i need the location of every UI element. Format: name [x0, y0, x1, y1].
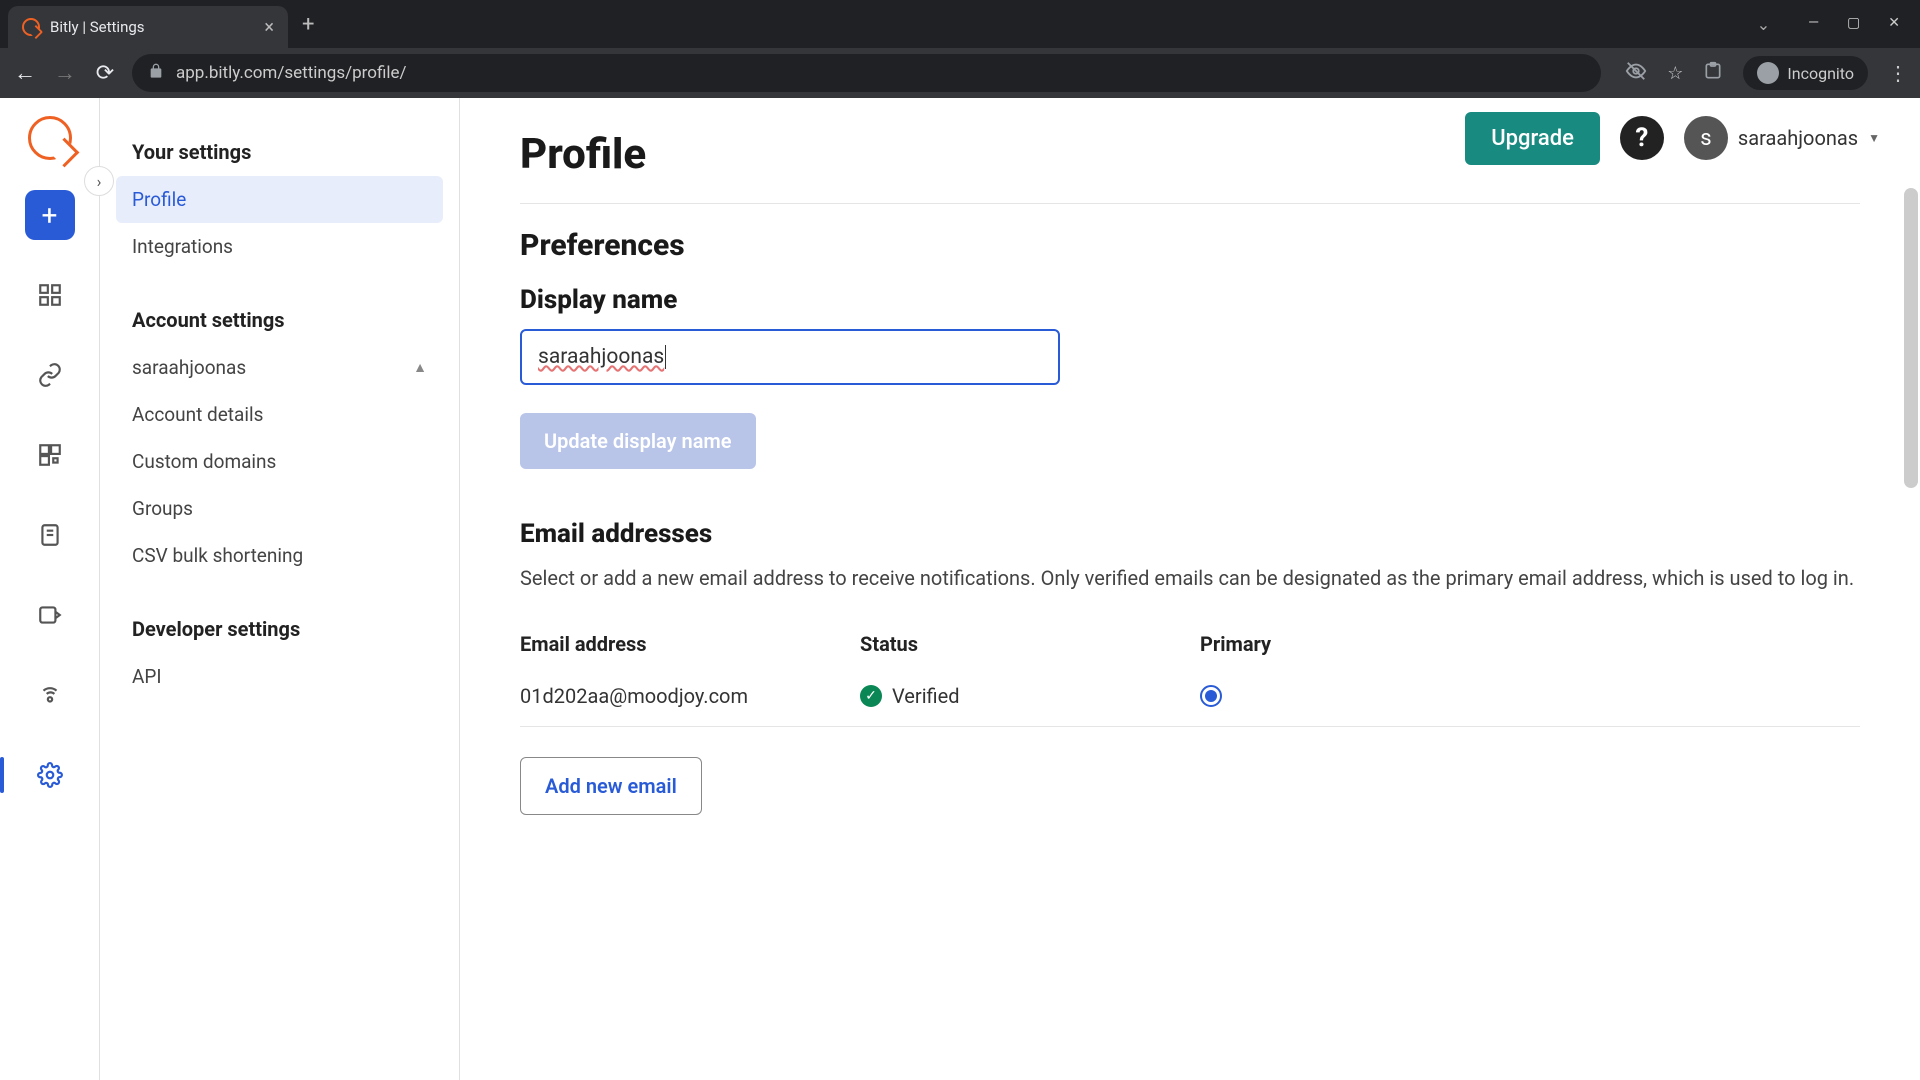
text-cursor-icon	[665, 345, 666, 369]
chevron-down-icon: ▼	[1868, 131, 1880, 145]
user-menu[interactable]: s saraahjoonas ▼	[1684, 116, 1880, 160]
sidebar-item-integrations[interactable]: Integrations	[116, 223, 443, 270]
verified-check-icon: ✓	[860, 685, 882, 707]
preferences-heading: Preferences	[520, 228, 1860, 263]
tab-strip: Bitly | Settings × + ⌄ — ▢ ✕	[0, 0, 1920, 48]
account-settings-heading: Account settings	[116, 296, 443, 344]
divider	[520, 203, 1860, 204]
browser-menu-icon[interactable]: ⋮	[1888, 61, 1908, 85]
window-maximize-icon[interactable]: ▢	[1847, 15, 1860, 34]
back-button[interactable]: ←	[12, 60, 38, 86]
app-topbar: Upgrade ? s saraahjoonas ▼	[1465, 98, 1920, 178]
display-name-value: saraahjoonas	[538, 345, 664, 369]
scrollbar-thumb[interactable]	[1904, 188, 1918, 488]
email-description: Select or add a new email address to rec…	[520, 563, 1860, 594]
settings-sidebar: Your settings Profile Integrations Accou…	[100, 98, 460, 1080]
forward-button: →	[52, 60, 78, 86]
bookmark-star-icon[interactable]: ☆	[1667, 63, 1683, 84]
address-bar-icons: ☆ Incognito ⋮	[1625, 56, 1908, 90]
chevron-up-icon: ▲	[413, 359, 427, 376]
status-cell: ✓ Verified	[860, 684, 1200, 708]
username-label: saraahjoonas	[1738, 126, 1858, 150]
browser-chrome: Bitly | Settings × + ⌄ — ▢ ✕ ← → ⟳ app.b…	[0, 0, 1920, 98]
developer-settings-heading: Developer settings	[116, 605, 443, 653]
sidebar-item-api[interactable]: API	[116, 653, 443, 700]
incognito-label: Incognito	[1787, 64, 1854, 83]
incognito-badge: Incognito	[1743, 56, 1868, 90]
incognito-icon	[1757, 62, 1779, 84]
tab-title: Bitly | Settings	[50, 18, 145, 36]
sidebar-item-groups[interactable]: Groups	[116, 485, 443, 532]
sidebar-item-account-details[interactable]: Account details	[116, 391, 443, 438]
email-cell: 01d202aa@moodjoy.com	[520, 684, 860, 708]
tab-search-icon[interactable]: ⌄	[1757, 15, 1770, 34]
status-text: Verified	[892, 684, 960, 708]
rail-expand-button[interactable]: ›	[84, 166, 114, 196]
col-header-primary: Primary	[1200, 632, 1860, 656]
col-header-status: Status	[860, 632, 1200, 656]
browser-tab[interactable]: Bitly | Settings ×	[8, 6, 288, 48]
your-settings-heading: Your settings	[116, 128, 443, 176]
col-header-email: Email address	[520, 632, 860, 656]
create-button[interactable]: +	[25, 190, 75, 240]
window-close-icon[interactable]: ✕	[1888, 15, 1900, 34]
update-display-name-button: Update display name	[520, 413, 756, 469]
tab-close-icon[interactable]: ×	[264, 17, 274, 38]
main-content: Profile Preferences Display name saraahj…	[460, 98, 1920, 1080]
rail-links-icon[interactable]	[25, 350, 75, 400]
rail-custom-links-icon[interactable]	[25, 590, 75, 640]
icon-rail: › +	[0, 98, 100, 1080]
rail-campaigns-icon[interactable]	[25, 510, 75, 560]
address-bar[interactable]: app.bitly.com/settings/profile/	[132, 54, 1601, 92]
display-name-input[interactable]: saraahjoonas	[520, 329, 1060, 385]
display-name-label: Display name	[520, 285, 1860, 315]
bitly-logo-icon[interactable]	[28, 116, 72, 160]
reload-button[interactable]: ⟳	[92, 60, 118, 86]
sidebar-item-profile[interactable]: Profile	[116, 176, 443, 223]
new-tab-button[interactable]: +	[302, 12, 314, 37]
app-root: Upgrade ? s saraahjoonas ▼ › +	[0, 98, 1920, 1080]
email-table-row: 01d202aa@moodjoy.com ✓ Verified	[520, 666, 1860, 726]
sidebar-item-csv-bulk[interactable]: CSV bulk shortening	[116, 532, 443, 579]
table-divider	[520, 726, 1860, 727]
rail-settings-icon[interactable]	[25, 750, 75, 800]
rail-qr-icon[interactable]	[25, 430, 75, 480]
window-controls: ⌄ — ▢ ✕	[1757, 15, 1920, 34]
extensions-icon[interactable]	[1703, 61, 1723, 86]
address-row: ← → ⟳ app.bitly.com/settings/profile/ ☆ …	[0, 48, 1920, 98]
primary-radio[interactable]	[1200, 685, 1222, 707]
email-addresses-heading: Email addresses	[520, 519, 1860, 549]
sidebar-account-name: saraahjoonas	[132, 356, 246, 379]
add-new-email-button[interactable]: Add new email	[520, 757, 702, 815]
window-minimize-icon[interactable]: —	[1808, 15, 1819, 34]
email-table: Email address Status Primary 01d202aa@mo…	[520, 622, 1860, 727]
url-text: app.bitly.com/settings/profile/	[176, 63, 407, 83]
avatar: s	[1684, 116, 1728, 160]
rail-home-icon[interactable]	[25, 270, 75, 320]
sidebar-item-custom-domains[interactable]: Custom domains	[116, 438, 443, 485]
radio-dot-icon	[1205, 690, 1217, 702]
lock-icon	[148, 63, 164, 84]
bitly-favicon-icon	[22, 18, 40, 36]
sidebar-account-dropdown[interactable]: saraahjoonas ▲	[116, 344, 443, 391]
primary-cell	[1200, 685, 1860, 707]
rail-link-in-bio-icon[interactable]	[25, 670, 75, 720]
eye-off-icon[interactable]	[1625, 60, 1647, 87]
email-table-header: Email address Status Primary	[520, 622, 1860, 666]
upgrade-button[interactable]: Upgrade	[1465, 112, 1600, 165]
help-button[interactable]: ?	[1620, 116, 1664, 160]
